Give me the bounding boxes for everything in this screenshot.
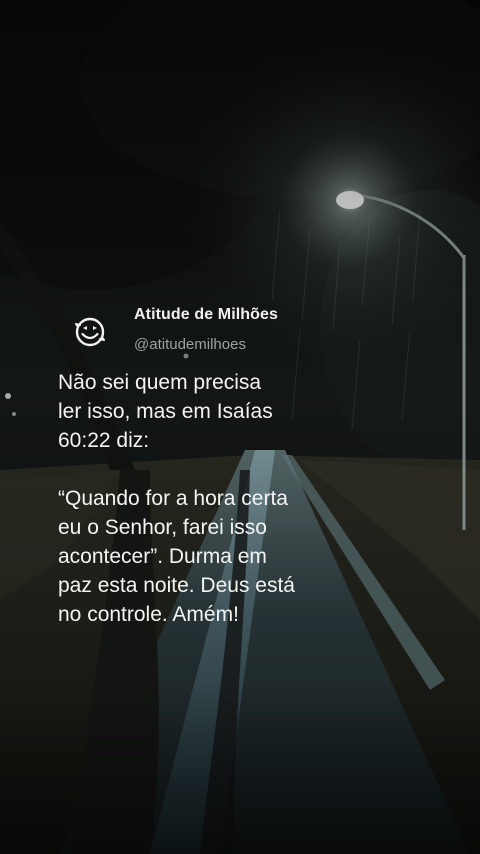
- post-body: Não sei quem precisa ler isso, mas em Is…: [58, 368, 458, 658]
- author-name[interactable]: Atitude de Milhões: [134, 306, 278, 324]
- post-paragraph-intro: Não sei quem precisa ler isso, mas em Is…: [58, 371, 273, 452]
- author-handle[interactable]: @atitudemilhoes: [134, 336, 246, 353]
- post-header: Atitude de Milhões @atitudemilhoes: [70, 300, 450, 356]
- post-paragraph-quote: “Quando for a hora certa eu o Senhor, fa…: [58, 487, 295, 626]
- smiley-face-icon[interactable]: [70, 312, 110, 352]
